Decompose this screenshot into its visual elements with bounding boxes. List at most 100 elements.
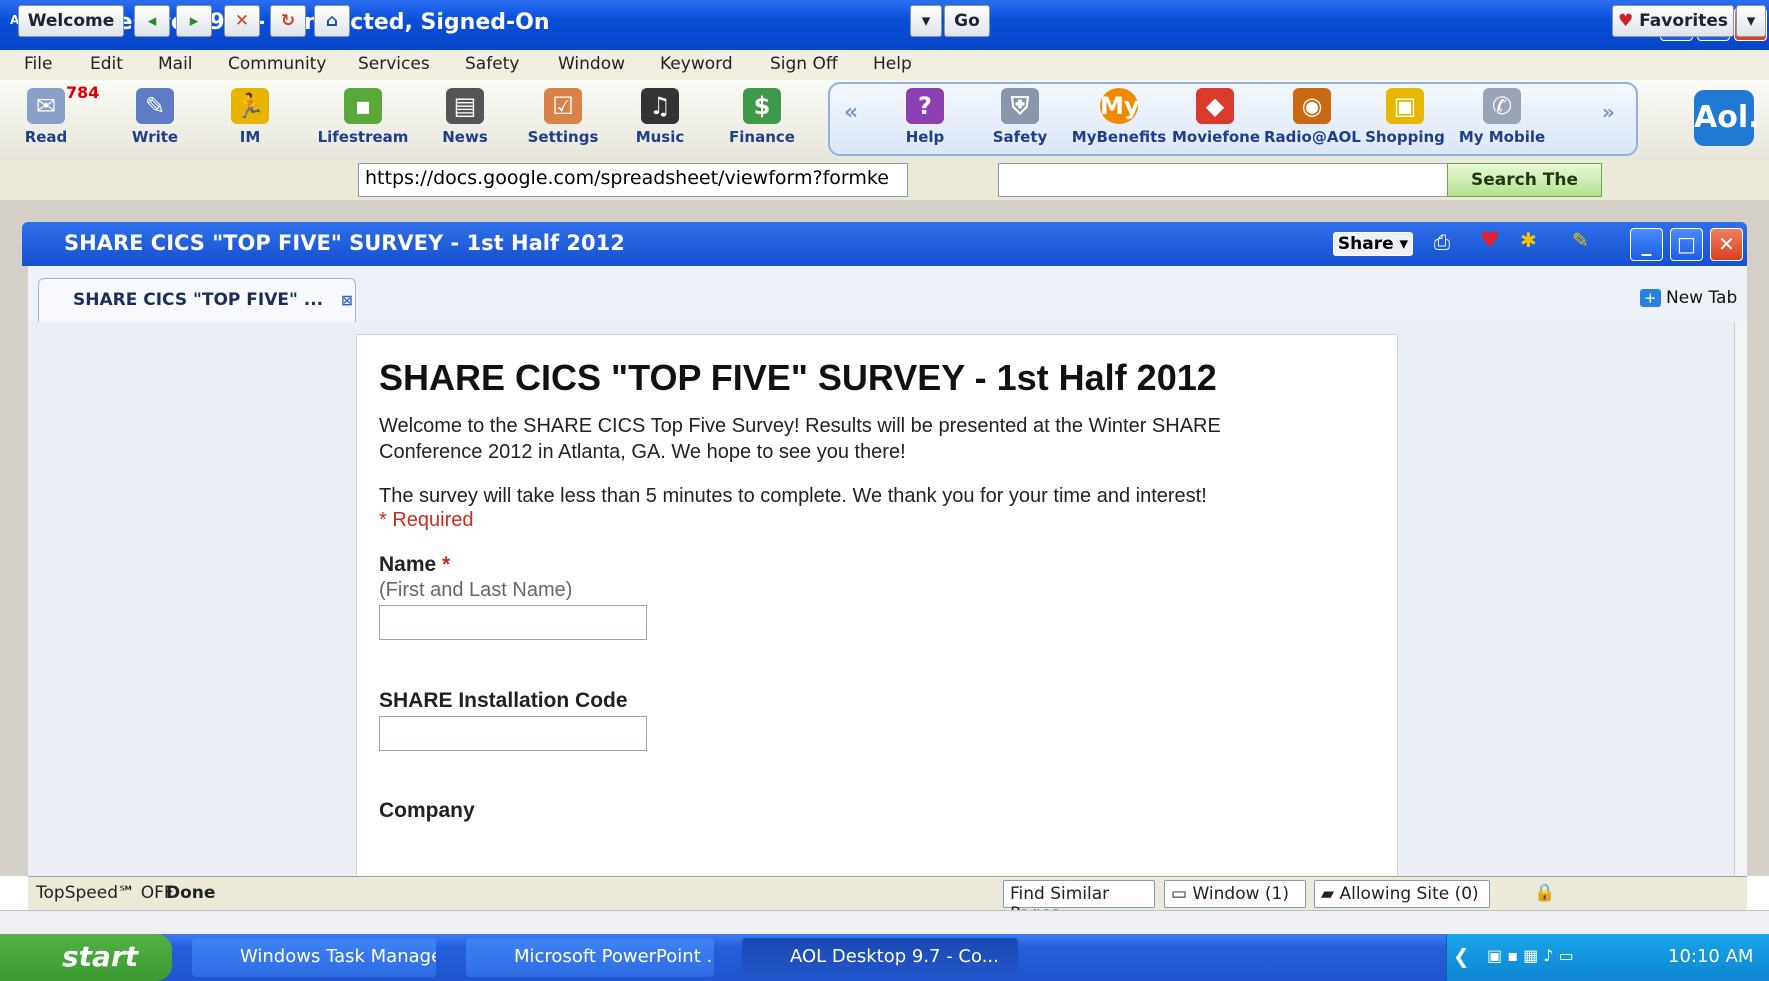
headphones-icon: ♫ (641, 88, 679, 124)
menu-services[interactable]: Services (358, 54, 430, 74)
menu-edit[interactable]: Edit (90, 54, 123, 74)
task-windows-task-manager[interactable]: Windows Task Manager (192, 938, 436, 977)
installation-code-field[interactable] (379, 716, 647, 751)
refresh-icon[interactable]: ↻ (270, 5, 306, 37)
welcome-button[interactable]: Welcome (18, 5, 124, 37)
inner-minimize-icon[interactable]: _ (1630, 228, 1663, 261)
inner-close-icon[interactable]: ✕ (1710, 228, 1743, 261)
toolbar-help-button[interactable]: ? Help (885, 88, 965, 146)
money-icon: $ (743, 88, 781, 124)
find-similar-button[interactable]: Find Similar Pages (1003, 880, 1155, 924)
time-note: The survey will take less than 5 minutes… (379, 485, 1207, 507)
favorites-dropdown-icon[interactable]: ▾ (1736, 5, 1766, 37)
app-titlebar: Aol AOL Desktop 9.7 - Connected, Signed-… (0, 0, 1769, 50)
menu-signoff[interactable]: Sign Off (770, 54, 838, 74)
address-bar[interactable]: https://docs.google.com/spreadsheet/view… (358, 163, 908, 197)
window-icon: ▭ (1171, 884, 1188, 904)
name-label: Name * (379, 553, 451, 576)
toolbar-mymobile-button[interactable]: ✆ My Mobile (1456, 88, 1548, 146)
toolbar-read-button[interactable]: ✉ Read (6, 88, 86, 146)
vertical-scrollbar[interactable] (1734, 322, 1747, 876)
toolbar-im-button[interactable]: 🏃 IM (210, 88, 290, 146)
radio-icon: ◉ (1293, 88, 1331, 124)
popcorn-icon: ◆ (1196, 88, 1234, 124)
newspaper-icon: ▤ (446, 88, 484, 124)
toolbar-news-button[interactable]: ▤ News (425, 88, 505, 146)
favorites-button[interactable]: ♥ Favorites (1612, 5, 1734, 37)
survey-form: SHARE CICS "TOP FIVE" SURVEY - 1st Half … (356, 334, 1398, 876)
inner-maximize-icon[interactable]: □ (1670, 228, 1703, 261)
stop-icon[interactable]: ✕ (224, 5, 260, 37)
tray-expand-icon[interactable]: ❮ (1453, 944, 1470, 968)
question-icon: ? (906, 88, 944, 124)
lifestream-icon: ▪ (344, 88, 382, 124)
form-heading: SHARE CICS "TOP FIVE" SURVEY - 1st Half … (379, 357, 1217, 398)
share-button[interactable]: Share ▾ (1333, 232, 1413, 256)
window-dropdown[interactable]: ▭ Window (1) ▾ (1164, 880, 1306, 924)
toolbar-write-button[interactable]: ✎ Write (115, 88, 195, 146)
compose-icon[interactable]: ✎ (1572, 228, 1589, 252)
toolbar-lifestream-button[interactable]: ▪ Lifestream (308, 88, 418, 146)
pencil-mail-icon: ✎ (136, 88, 174, 124)
toolbar-radio-button[interactable]: ◉ Radio@AOL (1264, 88, 1361, 146)
menu-file[interactable]: File (24, 54, 52, 74)
name-hint: (First and Last Name) (379, 579, 573, 601)
go-button[interactable]: Go (944, 5, 990, 37)
installation-code-label: SHARE Installation Code (379, 689, 628, 712)
required-note: * Required (379, 509, 474, 531)
add-buddy-icon[interactable]: ✱ (1520, 228, 1537, 252)
shopping-bag-icon: ▣ (1386, 88, 1424, 124)
toolbar-safety-button[interactable]: ⛨ Safety (980, 88, 1060, 146)
mybenefits-icon: My (1100, 88, 1140, 124)
menu-safety[interactable]: Safety (465, 54, 519, 74)
horizontal-scrollbar[interactable] (0, 910, 1769, 934)
inner-window-title: SHARE CICS "TOP FIVE" SURVEY - 1st Half … (64, 231, 625, 255)
print-icon[interactable]: ⎙ (1434, 230, 1450, 254)
name-field[interactable] (379, 605, 647, 640)
taskbar-clock: 10:10 AM (1668, 946, 1754, 967)
home-icon[interactable]: ⌂ (314, 5, 350, 37)
intro-line-2: Conference 2012 in Atlanta, GA. We hope … (379, 441, 906, 463)
folder-icon: ▰ (1321, 884, 1335, 904)
address-dropdown-icon[interactable]: ▾ (910, 5, 942, 37)
toolbar-settings-button[interactable]: ☑ Settings (523, 88, 603, 146)
chevron-right-icon[interactable]: » (1602, 100, 1615, 124)
back-icon[interactable]: ◂ (134, 5, 170, 37)
menu-window[interactable]: Window (558, 54, 625, 74)
task-powerpoint[interactable]: Microsoft PowerPoint ... (466, 938, 714, 977)
intro-line-1: Welcome to the SHARE CICS Top Five Surve… (379, 415, 1221, 437)
start-button[interactable]: start (0, 934, 172, 981)
new-tab-button[interactable]: + New Tab (1640, 288, 1737, 308)
toolbar-mybenefits-button[interactable]: My MyBenefits (1070, 88, 1168, 146)
menu-mail[interactable]: Mail (158, 54, 193, 74)
menu-bar: File Edit Mail Community Services Safety… (0, 50, 1769, 80)
forward-icon[interactable]: ▸ (176, 5, 212, 37)
menu-help[interactable]: Help (873, 54, 912, 74)
toolbar-moviefone-button[interactable]: ◆ Moviefone (1172, 88, 1260, 146)
plus-icon: + (1640, 289, 1661, 307)
status-bar: TopSpeed℠ OFF Done Find Similar Pages ▭ … (28, 876, 1747, 924)
search-input[interactable] (998, 163, 1448, 197)
toolbar-shopping-button[interactable]: ▣ Shopping (1362, 88, 1448, 146)
topspeed-status: TopSpeed℠ OFF (36, 883, 174, 903)
aol-brand-logo: Aol. (1694, 90, 1760, 146)
tray-icons[interactable]: ▣ ▪ ▦ ♪ ▭ (1487, 946, 1574, 965)
chevron-left-icon[interactable]: « (844, 100, 858, 125)
search-web-button[interactable]: Search The Web (1447, 163, 1602, 222)
toolbar-finance-button[interactable]: $ Finance (722, 88, 802, 146)
lock-icon: 🔒 (1534, 883, 1556, 903)
tab-survey[interactable]: SHARE CICS "TOP FIVE" ... ⊠ (38, 278, 356, 322)
toolbar-music-button[interactable]: ♫ Music (620, 88, 700, 146)
menu-keyword[interactable]: Keyword (660, 54, 733, 74)
tab-close-icon[interactable]: ⊠ (341, 293, 353, 309)
shield-icon: ⛨ (1001, 88, 1039, 124)
allowing-site-dropdown[interactable]: ▰ Allowing Site (0) ▾ (1314, 880, 1490, 924)
load-status: Done (166, 883, 216, 903)
heart-favorite-icon[interactable]: ♥ (1480, 228, 1500, 253)
menu-community[interactable]: Community (228, 54, 326, 74)
task-aol-desktop[interactable]: AOL Desktop 9.7 - Co... (742, 938, 1018, 977)
checkbox-icon: ☑ (544, 88, 582, 124)
company-label: Company (379, 799, 475, 822)
phone-icon: ✆ (1483, 88, 1521, 124)
mailbox-icon: ✉ (27, 88, 65, 124)
